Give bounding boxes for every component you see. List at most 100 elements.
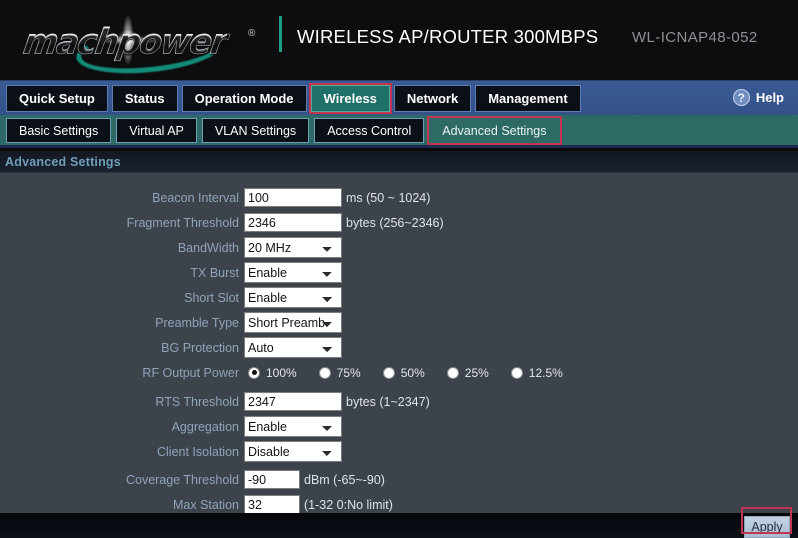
radio-dot-icon[interactable]	[248, 366, 260, 379]
select-preamble-type[interactable]: Short PreambLong Preamble	[244, 312, 342, 333]
radio-group-rf-output-power: 100% 75% 50% 25% 12.5%	[244, 366, 563, 380]
select-bandwidth[interactable]: 20 MHz20/40 MHz	[244, 237, 342, 258]
form-row-fragment-threshold: Fragment Threshold bytes (256~2346)	[0, 210, 798, 235]
secondary-tab-access-control[interactable]: Access Control	[314, 118, 425, 143]
radio-dot-icon[interactable]	[510, 366, 523, 379]
form-row-preamble-type: Preamble Type Short PreambLong Preamble	[0, 310, 798, 335]
control-beacon-interval: ms (50 ~ 1024)	[244, 188, 430, 207]
label-bandwidth: BandWidth	[177, 240, 239, 255]
secondary-tab-vlan-settings[interactable]: VLAN Settings	[201, 118, 310, 143]
select-bg-protection[interactable]: AutoOnOff	[244, 337, 342, 358]
label-preamble-type: Preamble Type	[155, 315, 239, 330]
primary-nav: Quick Setup Status Operation Mode Wireless N…	[0, 80, 798, 115]
radio-label: 75%	[336, 365, 361, 380]
router-admin-page: machpower ® WIRELESS AP/ROUTER 300MBPS W…	[0, 0, 798, 538]
registered-trademark-icon: ®	[248, 28, 256, 39]
label-max-station: Max Station	[172, 497, 239, 512]
secondary-tab-advanced-settings[interactable]: Advanced Settings	[427, 116, 562, 145]
label-aggregation: Aggregation	[171, 419, 239, 434]
radio-rf-power-75[interactable]: 75%	[318, 365, 361, 380]
section-title: Advanced Settings	[5, 154, 121, 169]
radio-rf-power-50[interactable]: 50%	[382, 365, 425, 380]
control-tx-burst: EnableDisable	[244, 262, 342, 283]
form-row-beacon-interval: Beacon Interval ms (50 ~ 1024)	[0, 185, 798, 210]
radio-rf-power-25[interactable]: 25%	[446, 365, 489, 380]
help-button[interactable]: ? Help	[732, 89, 784, 106]
settings-form-panel: Beacon Interval ms (50 ~ 1024) Fragment Th…	[0, 173, 798, 514]
label-tx-burst: TX Burst	[190, 265, 239, 280]
select-client-isolation[interactable]: DisableEnable	[244, 441, 342, 462]
radio-label: 100%	[266, 365, 297, 380]
form-row-aggregation: Aggregation EnableDisable	[0, 414, 798, 439]
control-short-slot: EnableDisable	[244, 287, 342, 308]
input-fragment-threshold[interactable]	[244, 213, 342, 232]
label-rf-output-power: RF Output Power	[142, 365, 239, 380]
primary-tab-operation-mode[interactable]: Operation Mode	[181, 85, 307, 112]
primary-tab-quick-setup[interactable]: Quick Setup	[6, 85, 108, 112]
brand-logo: machpower ®	[16, 6, 278, 74]
primary-tab-wireless[interactable]: Wireless	[308, 83, 392, 114]
label-coverage-threshold: Coverage Threshold	[125, 472, 239, 487]
unit-beacon-interval: ms (50 ~ 1024)	[346, 190, 431, 205]
page-header: machpower ® WIRELESS AP/ROUTER 300MBPS W…	[0, 0, 798, 80]
form-row-rf-output-power: RF Output Power 100% 75% 50% 25% 12.5%	[0, 360, 798, 385]
label-client-isolation: Client Isolation	[157, 444, 239, 459]
secondary-tab-basic-settings[interactable]: Basic Settings	[6, 118, 112, 143]
form-row-bg-protection: BG Protection AutoOnOff	[0, 335, 798, 360]
control-aggregation: EnableDisable	[244, 416, 342, 437]
section-header: Advanced Settings	[0, 151, 798, 173]
control-bandwidth: 20 MHz20/40 MHz	[244, 237, 342, 258]
question-circle-icon: ?	[732, 89, 750, 106]
control-rts-threshold: bytes (1~2347)	[244, 392, 430, 411]
input-max-station[interactable]	[244, 495, 300, 514]
form-row-client-isolation: Client Isolation DisableEnable	[0, 439, 798, 464]
secondary-nav: Basic Settings Virtual AP VLAN Settings Acc…	[0, 115, 798, 148]
primary-nav-tabs: Quick Setup Status Operation Mode Wireless N…	[6, 83, 581, 114]
select-tx-burst[interactable]: EnableDisable	[244, 262, 342, 283]
form-row-short-slot: Short Slot EnableDisable	[0, 285, 798, 310]
model-number: WL-ICNAP48-052	[632, 29, 758, 46]
select-short-slot[interactable]: EnableDisable	[244, 287, 342, 308]
label-beacon-interval: Beacon Interval	[152, 190, 239, 205]
radio-rf-power-12.5[interactable]: 12.5%	[510, 365, 563, 380]
input-rts-threshold[interactable]	[244, 392, 342, 411]
input-beacon-interval[interactable]	[244, 188, 342, 207]
form-row-bandwidth: BandWidth 20 MHz20/40 MHz	[0, 235, 798, 260]
control-max-station: (1-32 0:No limit)	[244, 495, 393, 514]
control-fragment-threshold: bytes (256~2346)	[244, 213, 444, 232]
label-bg-protection: BG Protection	[161, 340, 239, 355]
secondary-tab-virtual-ap[interactable]: Virtual AP	[116, 118, 197, 143]
unit-coverage-threshold: dBm (-65~-90)	[304, 472, 385, 487]
unit-rts-threshold: bytes (1~2347)	[346, 394, 430, 409]
apply-button[interactable]: Apply	[744, 516, 790, 538]
form-row-coverage-threshold: Coverage Threshold dBm (-65~-90)	[0, 467, 798, 492]
control-bg-protection: AutoOnOff	[244, 337, 342, 358]
radio-label: 50%	[400, 365, 425, 380]
radio-dot-icon[interactable]	[382, 366, 395, 379]
radio-label: 12.5%	[528, 365, 563, 380]
radio-dot-icon[interactable]	[318, 366, 331, 379]
header-divider	[279, 16, 282, 52]
label-short-slot: Short Slot	[184, 290, 239, 305]
input-coverage-threshold[interactable]	[244, 470, 300, 489]
label-rts-threshold: RTS Threshold	[155, 394, 239, 409]
page-footer: Apply	[0, 513, 798, 538]
radio-dot-icon[interactable]	[446, 366, 459, 379]
radio-rf-power-100[interactable]: 100%	[248, 366, 297, 380]
primary-tab-status[interactable]: Status	[111, 85, 178, 112]
unit-fragment-threshold: bytes (256~2346)	[346, 215, 444, 230]
control-coverage-threshold: dBm (-65~-90)	[244, 470, 385, 489]
primary-tab-management[interactable]: Management	[475, 85, 581, 112]
form-row-tx-burst: TX Burst EnableDisable	[0, 260, 798, 285]
help-label: Help	[755, 90, 784, 105]
label-fragment-threshold: Fragment Threshold	[126, 215, 239, 230]
select-aggregation[interactable]: EnableDisable	[244, 416, 342, 437]
unit-max-station: (1-32 0:No limit)	[304, 497, 393, 512]
product-title: WIRELESS AP/ROUTER 300MBPS	[297, 26, 599, 47]
secondary-nav-tabs: Basic Settings Virtual AP VLAN Settings Acc…	[6, 116, 562, 145]
primary-tab-network[interactable]: Network	[393, 85, 472, 112]
form-row-rts-threshold: RTS Threshold bytes (1~2347)	[0, 389, 798, 414]
radio-label: 25%	[464, 365, 489, 380]
logo-wordmark: machpower	[20, 20, 229, 63]
control-rf-output-power: 100% 75% 50% 25% 12.5%	[244, 366, 563, 380]
